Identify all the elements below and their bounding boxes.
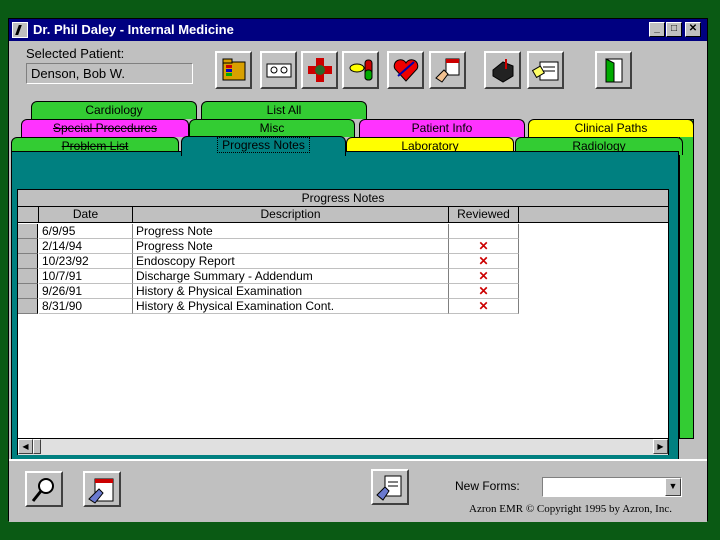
id-card-button[interactable] xyxy=(527,51,564,89)
cell-reviewed: ✕ xyxy=(449,299,519,314)
grid-corner xyxy=(18,207,39,223)
cell-reviewed xyxy=(449,224,519,239)
tab-misc[interactable]: Misc xyxy=(189,119,355,137)
folder-button[interactable] xyxy=(215,51,252,89)
new-forms-dropdown[interactable]: ▼ xyxy=(542,477,682,497)
tab-clinical-paths[interactable]: Clinical Paths xyxy=(528,119,694,137)
cell-reviewed: ✕ xyxy=(449,239,519,254)
cell-reviewed: ✕ xyxy=(449,269,519,284)
scroll-thumb[interactable] xyxy=(33,439,41,454)
cell-date: 8/31/90 xyxy=(39,299,133,314)
cell-date: 9/26/91 xyxy=(39,284,133,299)
minimize-button[interactable]: _ xyxy=(649,22,665,37)
id-card-icon xyxy=(532,61,559,81)
column-header-empty xyxy=(519,207,668,223)
search-button[interactable] xyxy=(25,471,63,507)
dropdown-arrow-icon[interactable]: ▼ xyxy=(665,478,681,496)
hand-document-icon xyxy=(435,58,460,83)
window-title: Dr. Phil Daley - Internal Medicine xyxy=(33,22,234,37)
cell-description: History & Physical Examination Cont. xyxy=(133,299,449,314)
close-button[interactable]: ✕ xyxy=(685,22,701,37)
cell-description: Endoscopy Report xyxy=(133,254,449,269)
cell-date: 10/23/92 xyxy=(39,254,133,269)
mailbox-button[interactable] xyxy=(484,51,521,89)
row-selector[interactable] xyxy=(18,239,38,254)
app-menu-icon[interactable] xyxy=(12,22,28,38)
cell-description: Progress Note xyxy=(133,224,449,239)
scroll-left-button[interactable]: ◀ xyxy=(18,439,33,454)
write-note-button[interactable] xyxy=(83,471,121,507)
selected-patient-label: Selected Patient: xyxy=(26,46,125,61)
mailbox-icon xyxy=(492,59,514,83)
doctor-cross-icon xyxy=(308,58,332,82)
exit-button[interactable] xyxy=(595,51,632,89)
tab-progress-notes-label: Progress Notes xyxy=(217,137,310,153)
pills-icon xyxy=(349,59,373,81)
pills-button[interactable] xyxy=(342,51,379,89)
tape-button[interactable] xyxy=(260,51,297,89)
maximize-button[interactable]: □ xyxy=(666,22,682,37)
column-header-reviewed[interactable]: Reviewed xyxy=(449,207,519,223)
magnifier-icon xyxy=(31,478,54,502)
column-header-description[interactable]: Description xyxy=(133,207,449,223)
tab-patient-info[interactable]: Patient Info xyxy=(359,119,525,137)
doctor-button[interactable] xyxy=(301,51,338,89)
tab-special-procedures[interactable]: Special Procedures xyxy=(21,119,189,137)
cell-reviewed: ✕ xyxy=(449,284,519,299)
tab-stack-edge xyxy=(679,119,694,439)
door-exit-icon xyxy=(605,58,623,83)
scroll-right-button[interactable]: ▶ xyxy=(653,439,668,454)
hand-document-icon xyxy=(376,475,402,501)
hand-document-button[interactable] xyxy=(429,51,466,89)
cell-description: Discharge Summary - Addendum xyxy=(133,269,449,284)
hand-writing-icon xyxy=(88,478,114,504)
progress-notes-grid: Progress Notes Date Description Reviewed… xyxy=(17,189,669,455)
cell-description: Progress Note xyxy=(133,239,449,254)
cell-date: 6/9/95 xyxy=(39,224,133,239)
tab-cardiology[interactable]: Cardiology xyxy=(31,101,197,119)
cell-description: History & Physical Examination xyxy=(133,284,449,299)
horizontal-scrollbar[interactable]: ◀ ▶ xyxy=(18,438,668,455)
row-selector[interactable] xyxy=(18,284,38,299)
title-bar[interactable]: Dr. Phil Daley - Internal Medicine _ □ ✕ xyxy=(9,19,707,41)
tab-progress-notes[interactable]: Progress Notes xyxy=(181,136,346,156)
row-selector[interactable] xyxy=(18,224,38,239)
copyright-text: Azron EMR © Copyright 1995 by Azron, Inc… xyxy=(469,503,672,515)
tab-list-all[interactable]: List All xyxy=(201,101,367,119)
heart-button[interactable] xyxy=(387,51,424,89)
selected-patient-field[interactable]: Denson, Bob W. xyxy=(26,63,193,84)
cell-reviewed: ✕ xyxy=(449,254,519,269)
column-header-date[interactable]: Date xyxy=(39,207,133,223)
new-form-button[interactable] xyxy=(371,469,409,505)
row-selector[interactable] xyxy=(18,254,38,269)
cell-date: 10/7/91 xyxy=(39,269,133,284)
new-forms-label: New Forms: xyxy=(455,479,520,493)
tape-icon xyxy=(266,63,292,78)
grid-title: Progress Notes xyxy=(18,190,668,207)
row-selector[interactable] xyxy=(18,299,38,314)
cell-date: 2/14/94 xyxy=(39,239,133,254)
folder-icon xyxy=(222,58,246,81)
main-window: Dr. Phil Daley - Internal Medicine _ □ ✕… xyxy=(8,18,708,522)
bottom-toolbar: New Forms: ▼ Azron EMR © Copyright 1995 … xyxy=(9,459,707,522)
heart-icon xyxy=(393,59,419,82)
row-selector[interactable] xyxy=(18,269,38,284)
